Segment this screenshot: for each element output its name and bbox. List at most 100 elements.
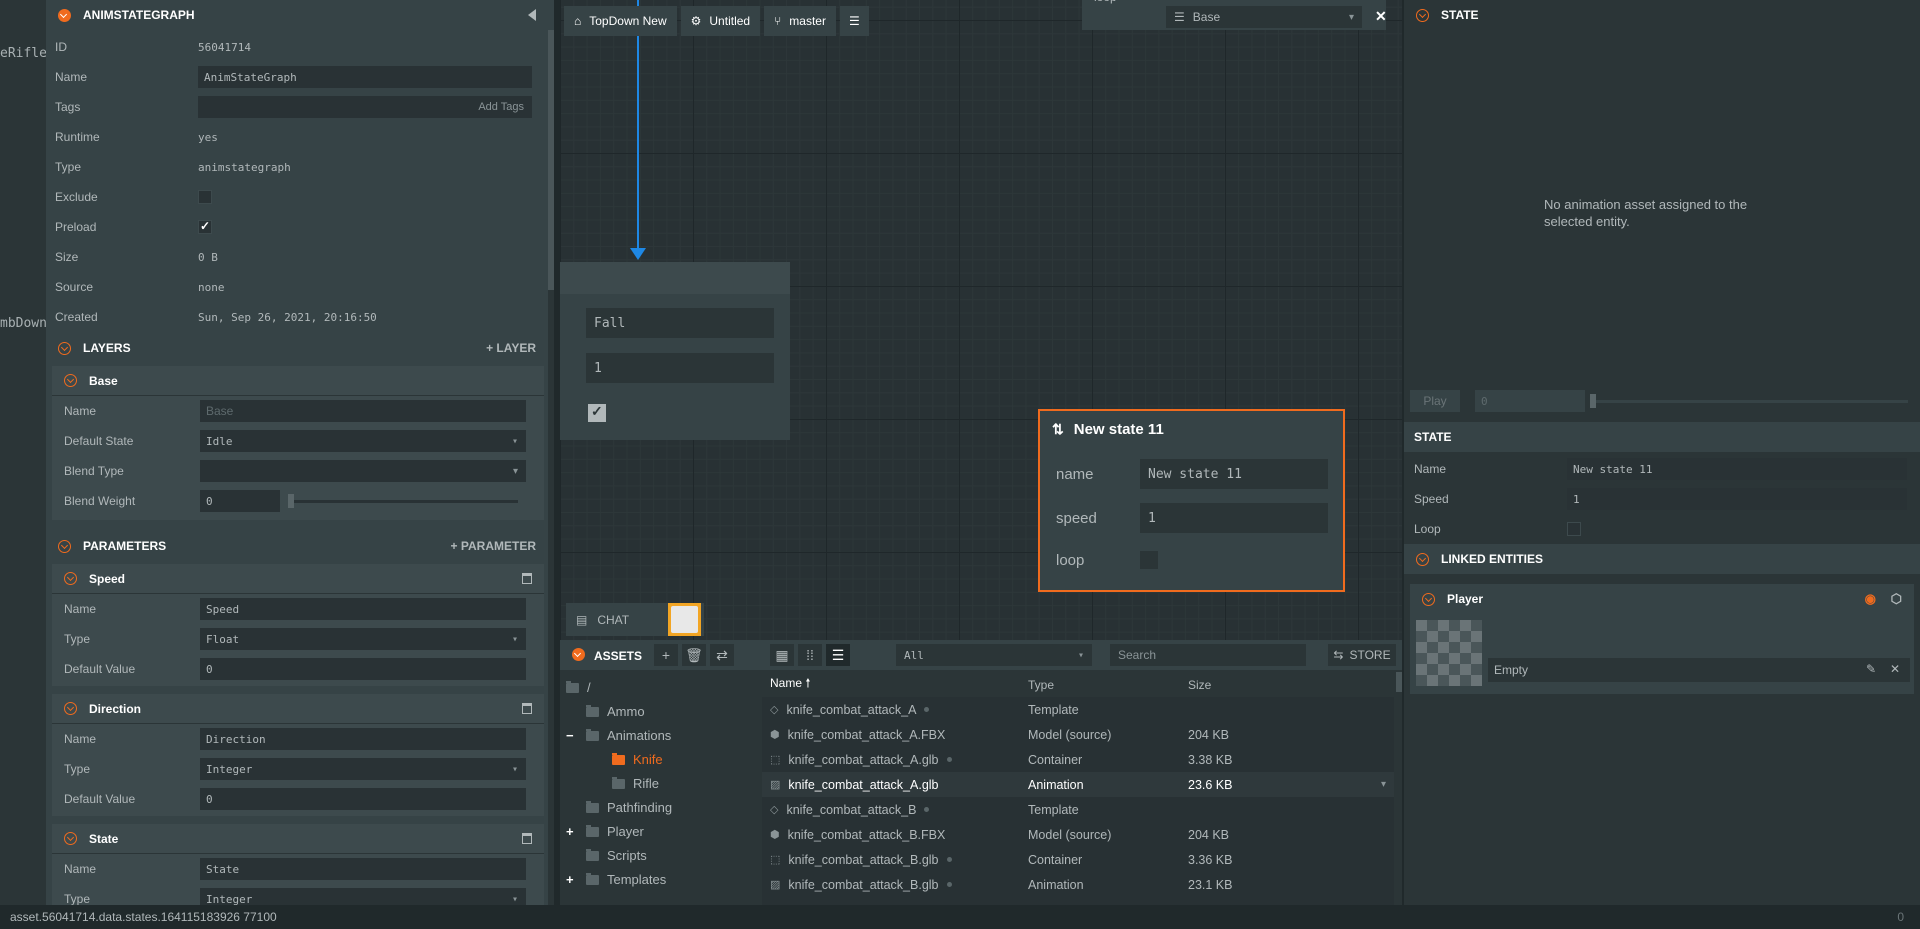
parameter-default-input[interactable]: 0 (200, 788, 526, 810)
property-checkbox[interactable] (198, 190, 212, 204)
list-view-button[interactable]: ☰ (826, 644, 850, 666)
collapse-icon[interactable] (58, 341, 71, 355)
folder-templates[interactable]: + Templates (566, 872, 666, 887)
list-button[interactable]: ☰ (839, 6, 869, 36)
playback-slider[interactable] (1592, 400, 1908, 403)
edit-icon[interactable]: ✎ (1866, 662, 1876, 676)
collapse-icon[interactable] (58, 539, 71, 553)
delete-icon[interactable] (522, 703, 532, 714)
folder-pathfinding[interactable]: Pathfinding (586, 800, 672, 815)
blend-weight-slider[interactable] (288, 490, 526, 512)
layer-select[interactable]: ☰ Base ▾ (1166, 6, 1362, 28)
state-speed-input[interactable]: 1 (1567, 488, 1907, 510)
blend-weight-input[interactable]: 0 (200, 490, 280, 512)
collapse-icon[interactable] (64, 572, 77, 585)
node-name-field[interactable]: New state 11 (1140, 459, 1328, 489)
inspector-scrollbar[interactable] (548, 30, 554, 905)
hierarchy-item[interactable]: eRifle (0, 46, 46, 61)
column-header-name[interactable]: Name 🠕 (762, 674, 1020, 695)
play-button[interactable]: Play (1410, 390, 1460, 412)
asset-search-input[interactable]: Search (1110, 644, 1306, 666)
slider-handle[interactable] (288, 494, 294, 508)
eye-icon[interactable]: ◉ (1865, 591, 1876, 607)
property-checkbox[interactable] (198, 219, 212, 234)
slider-handle[interactable] (1590, 394, 1596, 408)
collapse-icon[interactable] (1422, 592, 1435, 606)
playback-time-input[interactable]: 0 (1475, 390, 1585, 412)
state-graph-canvas[interactable]: Fall 1 ⇅ New state 11 name New state 11 s… (560, 0, 1402, 640)
asset-row[interactable]: ⬚ knife_combat_attack_B.glb Container 3.36 … (762, 847, 1394, 872)
name-input[interactable]: AnimStateGraph (198, 66, 532, 88)
grid-small-view-button[interactable]: ⁞⁞ (798, 644, 822, 666)
parameter-type-select[interactable]: Integer (200, 758, 526, 780)
asset-row[interactable]: ▨ knife_combat_attack_B.glb Animation 23.1 … (762, 872, 1394, 897)
asset-row[interactable]: ⬢ knife_combat_attack_A.FBX Model (source)… (762, 722, 1394, 747)
blend-type-select[interactable] (200, 460, 526, 482)
folder-rifle[interactable]: Rifle (612, 776, 659, 791)
collapse-icon[interactable] (64, 702, 77, 715)
project-button[interactable]: ⌂ TopDown New (564, 6, 677, 36)
delete-icon[interactable] (522, 573, 532, 584)
entity-thumbnail[interactable] (1416, 620, 1482, 686)
parameter-default-input[interactable]: 0 (200, 658, 526, 680)
node-loop-checkbox[interactable] (1140, 551, 1158, 569)
collapse-toggle-icon[interactable]: − (566, 728, 576, 743)
parameter-name-input[interactable]: Speed (200, 598, 526, 620)
add-parameter-button[interactable]: + PARAMETER (451, 539, 536, 553)
asset-row[interactable]: ◇ knife_combat_attack_A Template (762, 697, 1394, 722)
layer-name-input[interactable]: Base (200, 400, 526, 422)
asset-row[interactable]: ⬢ knife_combat_attack_B.FBX Model (source)… (762, 822, 1394, 847)
asset-row[interactable]: ▨ knife_combat_attack_A.glb Animation 23.6 … (762, 772, 1394, 797)
folder-animations[interactable]: − Animations (566, 728, 671, 743)
folder-knife[interactable]: Knife (612, 752, 663, 767)
collapse-icon[interactable] (1416, 8, 1429, 22)
avatar[interactable] (668, 603, 701, 636)
hierarchy-item[interactable]: mbDown (0, 316, 46, 331)
state-node-selected[interactable]: ⇅ New state 11 name New state 11 speed 1 l… (1038, 409, 1345, 592)
grid-large-view-button[interactable]: ▦ (770, 644, 794, 666)
add-layer-button[interactable]: + LAYER (486, 341, 536, 355)
asset-row[interactable]: ⬚ knife_combat_attack_A.glb Container 3.38 … (762, 747, 1394, 772)
folder-ammo[interactable]: Ammo (586, 704, 645, 719)
collapse-icon[interactable] (1416, 552, 1429, 566)
collapse-arrow-icon[interactable] (528, 9, 536, 21)
asset-row[interactable]: ◇ knife_combat_attack_B Template (762, 797, 1394, 822)
column-header-type[interactable]: Type (1020, 678, 1180, 692)
add-asset-button[interactable]: + (654, 644, 678, 666)
entity-icon[interactable]: ⬡ (1891, 591, 1902, 607)
asset-filter-select[interactable]: All ▾ (896, 644, 1092, 666)
delete-icon[interactable] (522, 833, 532, 844)
close-icon[interactable]: ✕ (1375, 8, 1387, 25)
scene-button[interactable]: ⚙ Untitled (680, 6, 761, 36)
folder-scripts[interactable]: Scripts (586, 848, 647, 863)
parameter-name-input[interactable]: Direction (200, 728, 526, 750)
expand-toggle-icon[interactable]: + (566, 824, 576, 839)
tags-input[interactable]: Add Tags (198, 96, 532, 118)
node-name-field[interactable]: Fall (586, 308, 774, 338)
clear-icon[interactable]: ✕ (1890, 662, 1900, 676)
expand-toggle-icon[interactable]: + (566, 872, 576, 887)
column-header-size[interactable]: Size (1180, 678, 1211, 692)
delete-asset-button[interactable]: 🗑 (682, 644, 706, 666)
chat-widget[interactable]: ▤ CHAT (566, 603, 704, 636)
store-button[interactable]: ⇆ STORE (1328, 644, 1396, 666)
folder-player[interactable]: + Player (566, 824, 644, 839)
state-loop-checkbox[interactable] (1567, 522, 1581, 536)
collapse-icon[interactable] (58, 8, 71, 22)
state-node-fall[interactable]: Fall 1 (560, 262, 790, 440)
entity-asset-field[interactable]: Empty ✎ ✕ (1488, 658, 1910, 682)
collapse-icon[interactable] (572, 648, 585, 661)
node-speed-field[interactable]: 1 (586, 353, 774, 383)
default-state-select[interactable]: Idle (200, 430, 526, 452)
collapse-icon[interactable] (64, 832, 77, 845)
add-tags-button[interactable]: Add Tags (478, 101, 524, 113)
refresh-button[interactable]: ⇄ (710, 644, 734, 666)
state-name-input[interactable]: New state 11 (1567, 458, 1907, 480)
node-loop-checkbox[interactable] (588, 403, 606, 422)
parameter-type-select[interactable]: Integer (200, 888, 526, 905)
asset-list-scrollbar[interactable] (1396, 672, 1402, 692)
node-speed-field[interactable]: 1 (1140, 503, 1328, 533)
parameter-type-select[interactable]: Float (200, 628, 526, 650)
folder-[interactable]: / (566, 680, 591, 695)
collapse-icon[interactable] (64, 374, 77, 387)
